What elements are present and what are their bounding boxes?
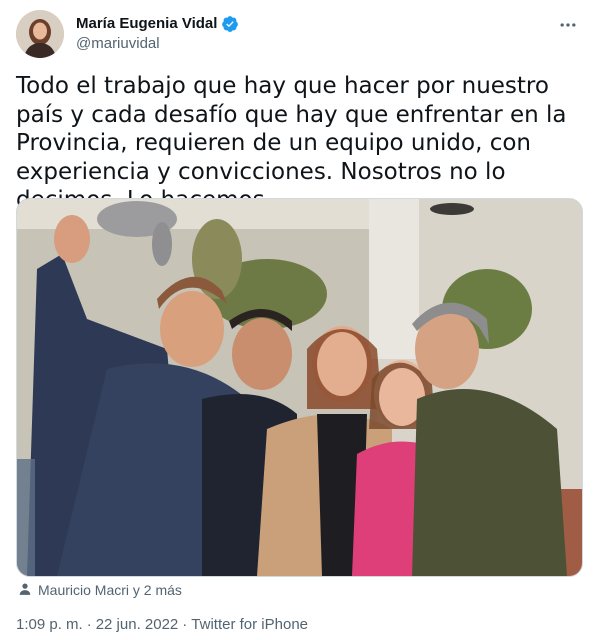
tagged-people[interactable]: Mauricio Macri y 2 más <box>18 580 182 600</box>
tagged-text: Mauricio Macri y 2 más <box>38 582 182 598</box>
tweet-text: Todo el trabajo que hay que hacer por nu… <box>16 73 567 213</box>
tweet-source[interactable]: Twitter for iPhone <box>191 616 308 633</box>
tweet-photo[interactable] <box>16 198 583 577</box>
tweet-header: María Eugenia Vidal @mariuvidal <box>16 10 581 58</box>
tweet-meta: 1:09 p. m. · 22 jun. 2022 · Twitter for … <box>16 616 308 633</box>
more-horizontal-icon[interactable] <box>555 12 581 38</box>
meta-separator: · <box>86 616 92 633</box>
avatar[interactable] <box>16 10 64 58</box>
meta-separator: · <box>182 616 188 633</box>
tweet-time[interactable]: 1:09 p. m. <box>16 616 83 633</box>
person-icon <box>18 582 32 599</box>
verified-badge-icon <box>221 15 239 33</box>
author-handle[interactable]: @mariuvidal <box>76 34 239 54</box>
author-block: María Eugenia Vidal @mariuvidal <box>76 14 239 54</box>
tweet-date[interactable]: 22 jun. 2022 <box>96 616 179 633</box>
author-display-name[interactable]: María Eugenia Vidal <box>76 14 217 34</box>
